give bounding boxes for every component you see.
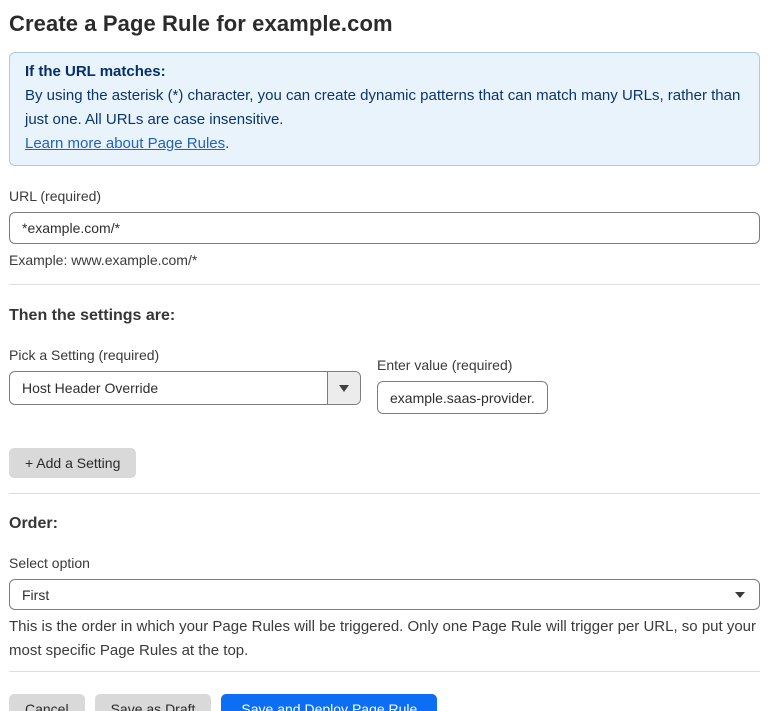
save-as-draft-button[interactable]: Save as Draft: [94, 694, 212, 711]
setting-picker-arrow-button[interactable]: [327, 372, 360, 404]
setting-picker-label: Pick a Setting (required): [9, 347, 160, 363]
divider: [9, 284, 760, 285]
cancel-button[interactable]: Cancel: [9, 694, 85, 711]
info-box-body: By using the asterisk (*) character, you…: [25, 87, 741, 128]
link-suffix: .: [225, 135, 230, 152]
setting-picker-column: Pick a Setting (required) Host Header Ov…: [9, 347, 361, 414]
add-setting-button[interactable]: + Add a Setting: [9, 448, 137, 478]
learn-more-link[interactable]: Learn more about Page Rules: [25, 135, 225, 152]
order-select[interactable]: First: [9, 579, 760, 610]
divider: [9, 493, 760, 494]
setting-picker-value: Host Header Override: [22, 380, 159, 396]
url-example-helper: Example: www.example.com/*: [9, 252, 198, 268]
form-actions: Cancel Save as Draft Save and Deploy Pag…: [9, 694, 760, 711]
url-field-section: URL (required) Example: www.example.com/…: [9, 188, 760, 269]
info-box-link-line: Learn more about Page Rules.: [25, 132, 744, 156]
setting-value-column: Enter value (required): [377, 357, 548, 414]
create-page-rule-form: Create a Page Rule for example.com If th…: [0, 0, 772, 711]
setting-value-label: Enter value (required): [377, 357, 513, 373]
chevron-down-icon: [735, 591, 745, 598]
url-input[interactable]: [9, 212, 760, 244]
order-select-value: First: [22, 586, 50, 603]
url-matches-info-box: If the URL matches: By using the asteris…: [9, 52, 760, 166]
order-section-heading: Order:: [9, 515, 58, 532]
save-and-deploy-button[interactable]: Save and Deploy Page Rule: [221, 694, 438, 711]
info-box-heading: If the URL matches:: [25, 63, 166, 80]
setting-row: Pick a Setting (required) Host Header Ov…: [9, 347, 760, 414]
setting-picker-select[interactable]: Host Header Override: [9, 371, 361, 405]
chevron-down-icon: [339, 384, 349, 392]
order-select-label: Select option: [9, 555, 90, 571]
page-title: Create a Page Rule for example.com: [9, 11, 393, 36]
settings-section-heading: Then the settings are:: [9, 307, 176, 324]
divider: [9, 671, 760, 672]
setting-value-input[interactable]: [377, 381, 548, 414]
url-field-label: URL (required): [9, 188, 102, 204]
order-helper-text: This is the order in which your Page Rul…: [9, 618, 757, 659]
